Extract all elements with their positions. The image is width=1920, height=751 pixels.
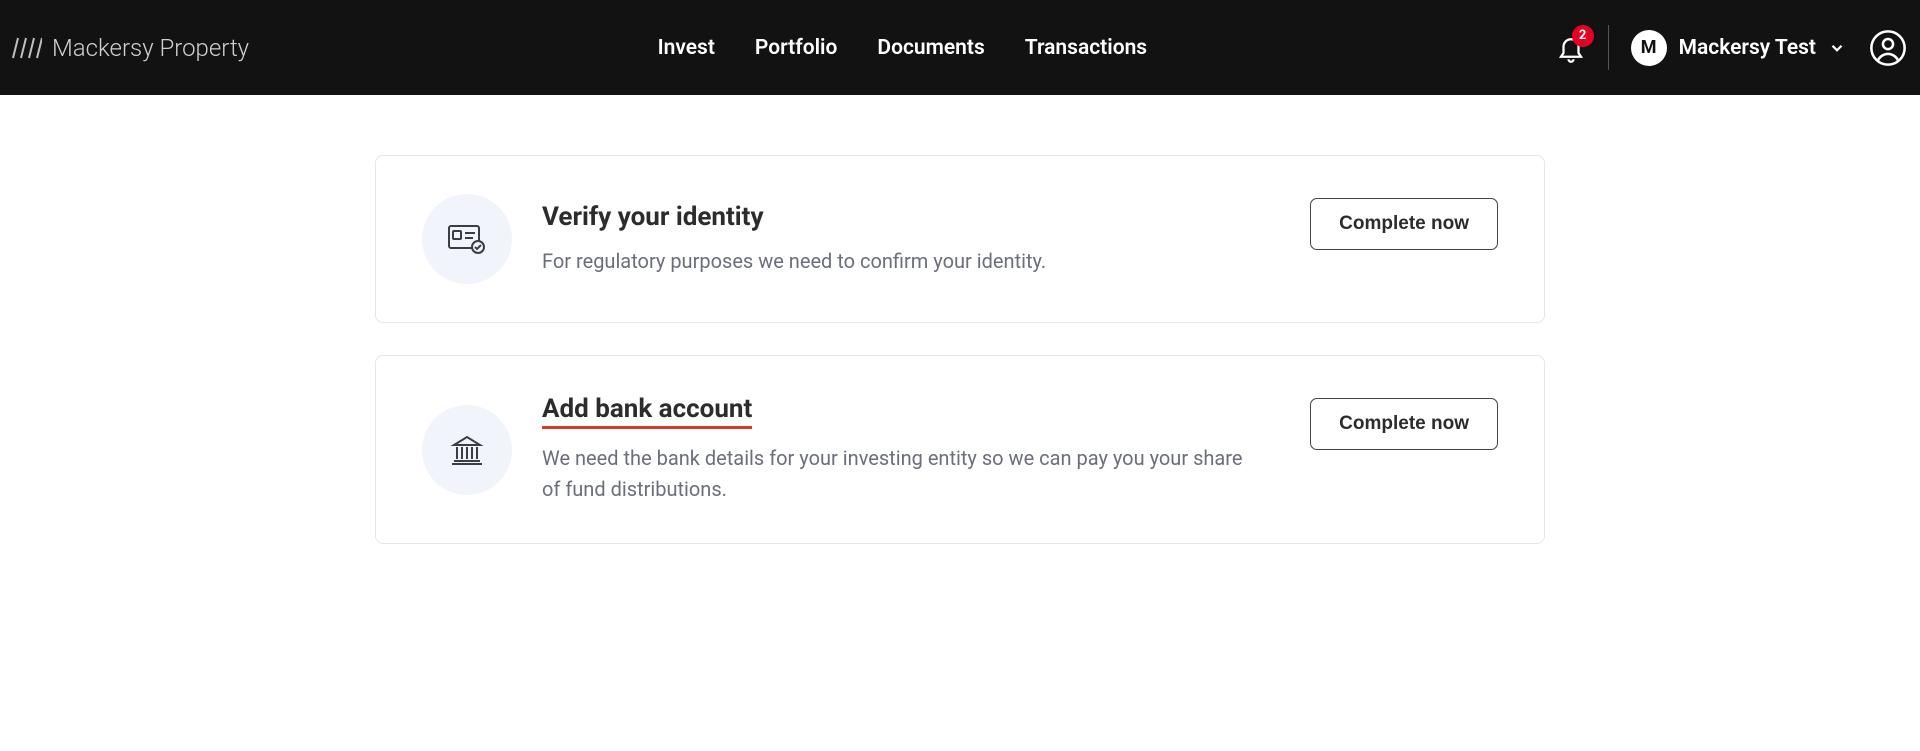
id-card-icon	[422, 194, 512, 284]
header-separator	[1608, 25, 1609, 70]
notifications-count-badge: 2	[1572, 25, 1594, 47]
app-header: Mackersy Property Invest Portfolio Docum…	[0, 0, 1920, 95]
onboarding-tasks: Verify your identity For regulatory purp…	[0, 95, 1920, 624]
task-card-add-bank-account: Add bank account We need the bank detail…	[375, 355, 1545, 544]
task-title: Add bank account	[542, 394, 752, 429]
brand-logo[interactable]: Mackersy Property	[12, 34, 249, 62]
task-title: Verify your identity	[542, 202, 764, 232]
brand-name: Mackersy Property	[52, 34, 249, 62]
brand-mark-icon	[12, 37, 42, 59]
user-circle-icon	[1869, 29, 1907, 67]
user-display-name: Mackersy Test	[1679, 36, 1816, 60]
nav-transactions[interactable]: Transactions	[1025, 36, 1147, 60]
task-description: We need the bank details for your invest…	[542, 443, 1252, 505]
nav-portfolio[interactable]: Portfolio	[755, 36, 838, 60]
complete-now-button[interactable]: Complete now	[1310, 398, 1498, 450]
avatar-initial: M	[1631, 30, 1667, 66]
chevron-down-icon	[1828, 39, 1846, 57]
notifications-button[interactable]: 2	[1556, 33, 1586, 63]
task-card-verify-identity: Verify your identity For regulatory purp…	[375, 155, 1545, 323]
nav-invest[interactable]: Invest	[658, 36, 715, 60]
profile-button[interactable]	[1868, 28, 1908, 68]
complete-now-button[interactable]: Complete now	[1310, 198, 1498, 250]
task-content: Verify your identity For regulatory purp…	[542, 202, 1280, 277]
main-nav: Invest Portfolio Documents Transactions	[658, 36, 1148, 60]
task-content: Add bank account We need the bank detail…	[542, 394, 1280, 505]
header-right: 2 M Mackersy Test	[1556, 25, 1908, 70]
task-description: For regulatory purposes we need to confi…	[542, 246, 1252, 277]
nav-documents[interactable]: Documents	[877, 36, 984, 60]
account-switcher[interactable]: M Mackersy Test	[1631, 30, 1846, 66]
bank-icon	[422, 405, 512, 495]
